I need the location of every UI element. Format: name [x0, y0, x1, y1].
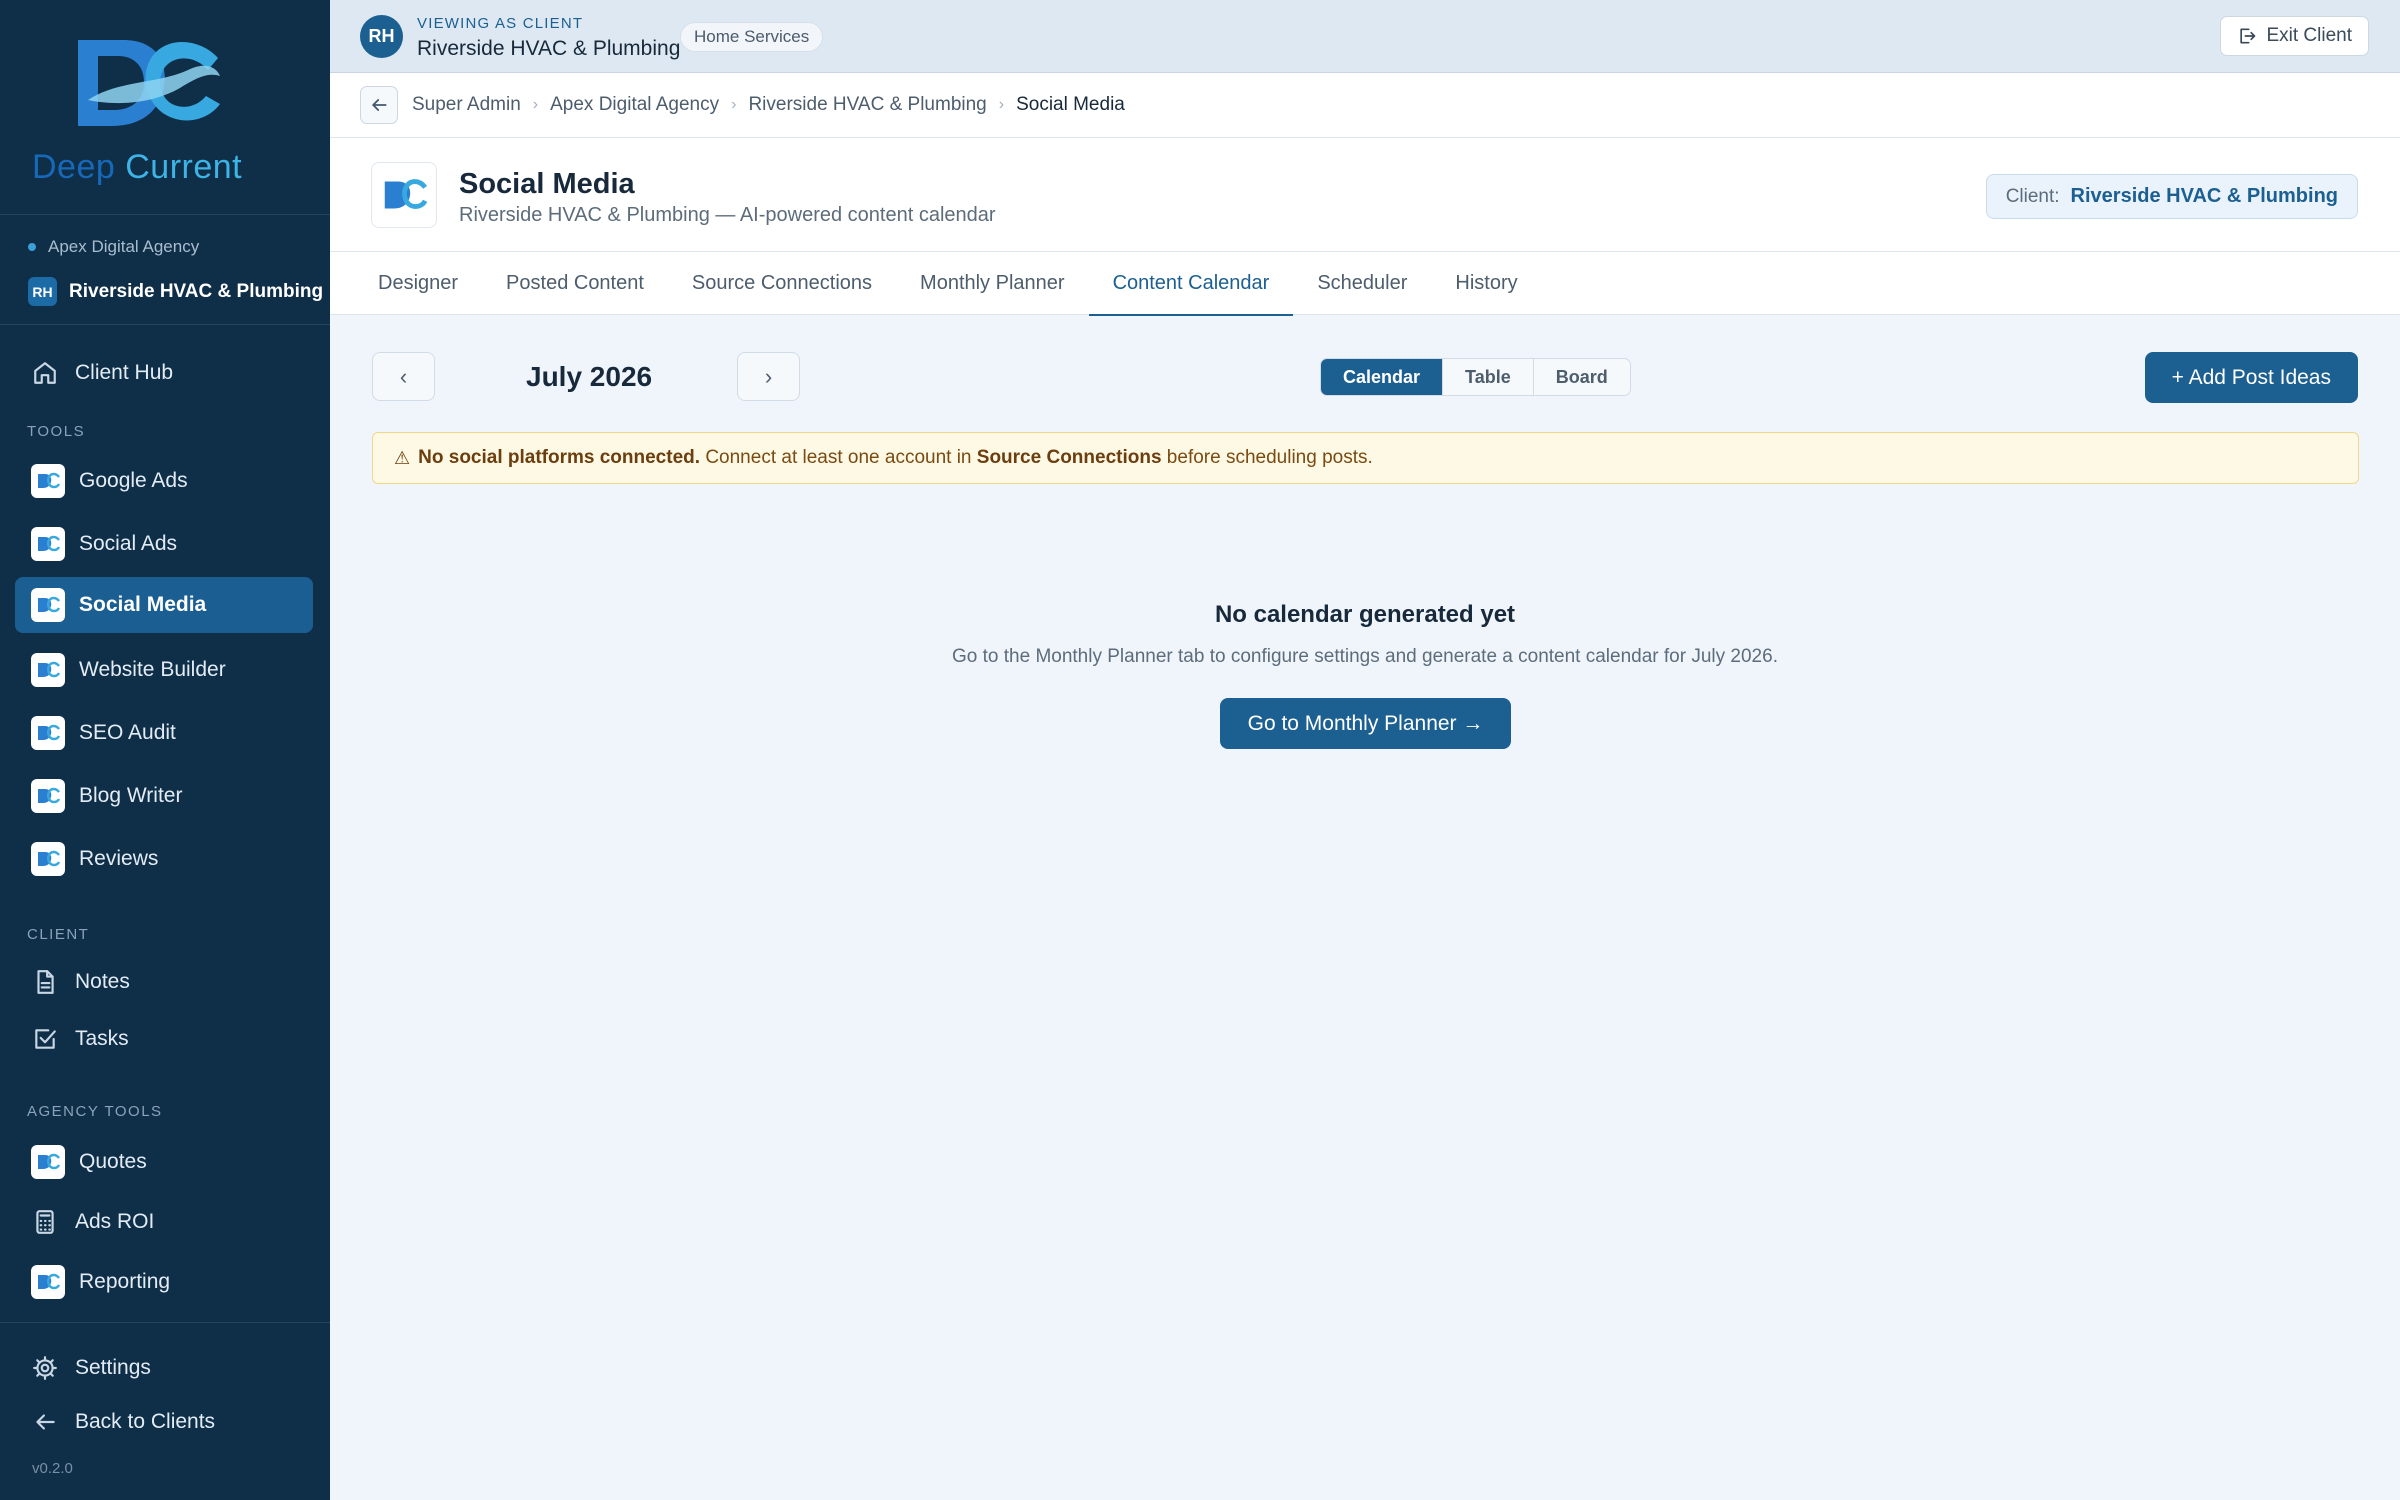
sidebar-item-social-ads[interactable]: Social Ads: [15, 516, 313, 572]
deepcurrent-logo-icon: [384, 179, 428, 209]
viewing-as-client-bar: RH VIEWING AS CLIENT Riverside HVAC & Pl…: [330, 0, 2400, 73]
page-subtitle: Riverside HVAC & Plumbing — AI-powered c…: [459, 204, 996, 226]
tab-content-calendar[interactable]: Content Calendar: [1088, 252, 1294, 316]
current-client[interactable]: RH Riverside HVAC & Plumbing: [28, 277, 323, 306]
next-month-button[interactable]: ›: [737, 352, 800, 401]
exit-icon: [2240, 28, 2256, 44]
sidebar-item-reporting[interactable]: Reporting: [15, 1254, 313, 1310]
brand-wordmark: Deep Current: [32, 148, 243, 186]
chevron-right-icon: ›: [998, 96, 1005, 113]
sidebar-divider: [0, 1322, 330, 1323]
view-calendar-button[interactable]: Calendar: [1321, 359, 1444, 395]
deepcurrent-tool-icon: [31, 1145, 65, 1179]
sidebar-item-settings[interactable]: Settings: [15, 1340, 313, 1396]
deepcurrent-tool-icon: [31, 716, 65, 750]
sidebar-item-tasks[interactable]: Tasks: [15, 1011, 313, 1067]
back-button[interactable]: [360, 86, 398, 124]
breadcrumb-super-admin[interactable]: Super Admin: [412, 94, 521, 116]
view-table-button[interactable]: Table: [1443, 359, 1534, 395]
home-icon: [31, 359, 59, 387]
document-icon: [31, 968, 59, 996]
view-switcher: Calendar Table Board: [1320, 358, 1631, 396]
tab-source-connections[interactable]: Source Connections: [668, 252, 896, 315]
sidebar-item-back-to-clients[interactable]: Back to Clients: [15, 1394, 313, 1450]
sidebar-item-client-hub[interactable]: Client Hub: [15, 345, 313, 401]
section-label-agency-tools: AGENCY TOOLS: [27, 1103, 163, 1120]
source-connections-link[interactable]: Source Connections: [977, 447, 1162, 469]
no-platforms-warning: ⚠ No social platforms connected. Connect…: [372, 432, 2359, 484]
tab-scheduler[interactable]: Scheduler: [1293, 252, 1431, 315]
sidebar: Deep Current Apex Digital Agency RH River…: [0, 0, 330, 1500]
sidebar-item-notes[interactable]: Notes: [15, 954, 313, 1010]
empty-state-title: No calendar generated yet: [1214, 601, 1516, 628]
client-avatar: RH: [360, 15, 403, 58]
deepcurrent-tool-icon: [31, 842, 65, 876]
app-version: v0.2.0: [32, 1460, 73, 1477]
go-to-monthly-planner-button[interactable]: Go to Monthly Planner →: [1220, 698, 1511, 749]
breadcrumb-current: Social Media: [1016, 94, 1125, 115]
viewing-client-name: Riverside HVAC & Plumbing: [417, 37, 681, 60]
breadcrumb-agency[interactable]: Apex Digital Agency: [550, 94, 719, 116]
sidebar-item-social-media[interactable]: Social Media: [15, 577, 313, 633]
sidebar-item-ads-roi[interactable]: Ads ROI: [15, 1194, 313, 1250]
deepcurrent-tool-icon: [31, 464, 65, 498]
view-board-button[interactable]: Board: [1534, 359, 1630, 395]
exit-client-button[interactable]: Exit Client: [2220, 16, 2369, 56]
deepcurrent-tool-icon: [31, 653, 65, 687]
page-header: Social Media Riverside HVAC & Plumbing —…: [330, 138, 2400, 252]
arrow-left-icon: [31, 1408, 59, 1436]
calculator-icon: [31, 1208, 59, 1236]
deepcurrent-tool-icon: [31, 527, 65, 561]
tab-posted-content[interactable]: Posted Content: [482, 252, 668, 315]
content-calendar-panel: ‹ July 2026 › Calendar Table Board + Add…: [330, 315, 2400, 1500]
deepcurrent-tool-icon: [31, 588, 65, 622]
agency-name: Apex Digital Agency: [28, 237, 199, 257]
warning-icon: ⚠: [394, 447, 411, 468]
arrow-left-icon: [372, 99, 387, 111]
gear-icon: [31, 1354, 59, 1382]
chevron-right-icon: ›: [731, 96, 737, 113]
tab-designer[interactable]: Designer: [354, 252, 482, 315]
status-dot-icon: [28, 243, 36, 251]
chevron-right-icon: ›: [532, 96, 539, 113]
empty-state-subtitle: Go to the Monthly Planner tab to configu…: [952, 646, 1778, 667]
industry-tag: Home Services: [680, 22, 824, 52]
viewing-as-label: VIEWING AS CLIENT: [417, 15, 584, 32]
add-post-ideas-button[interactable]: + Add Post Ideas: [2144, 352, 2358, 403]
section-label-client: CLIENT: [27, 926, 90, 943]
deepcurrent-tool-icon: [31, 779, 65, 813]
deepcurrent-tool-icon: [31, 1265, 65, 1299]
tab-monthly-planner[interactable]: Monthly Planner: [896, 252, 1089, 315]
tab-history[interactable]: History: [1431, 252, 1541, 315]
breadcrumb: Super Admin › Apex Digital Agency › Rive…: [330, 73, 2400, 138]
client-avatar: RH: [28, 277, 57, 306]
checkbox-icon: [31, 1025, 59, 1053]
sidebar-item-seo-audit[interactable]: SEO Audit: [15, 705, 313, 761]
month-label: July 2026: [526, 361, 653, 392]
sidebar-item-website-builder[interactable]: Website Builder: [15, 642, 313, 698]
brand-logo: Deep Current: [0, 0, 330, 215]
tool-logo: [371, 162, 437, 228]
breadcrumb-client[interactable]: Riverside HVAC & Plumbing: [748, 94, 986, 116]
section-label-tools: TOOLS: [27, 423, 86, 440]
client-indicator: Client: Riverside HVAC & Plumbing: [1985, 174, 2358, 219]
sidebar-item-quotes[interactable]: Quotes: [15, 1134, 313, 1190]
tab-bar: Designer Posted Content Source Connectio…: [330, 252, 2400, 316]
client-context: Apex Digital Agency RH Riverside HVAC & P…: [0, 215, 330, 325]
prev-month-button[interactable]: ‹: [372, 352, 435, 401]
deepcurrent-logo-icon: [78, 40, 220, 126]
sidebar-item-blog-writer[interactable]: Blog Writer: [15, 768, 313, 824]
sidebar-item-google-ads[interactable]: Google Ads: [15, 453, 313, 509]
sidebar-item-reviews[interactable]: Reviews: [15, 831, 313, 887]
page-title: Social Media: [459, 168, 635, 200]
